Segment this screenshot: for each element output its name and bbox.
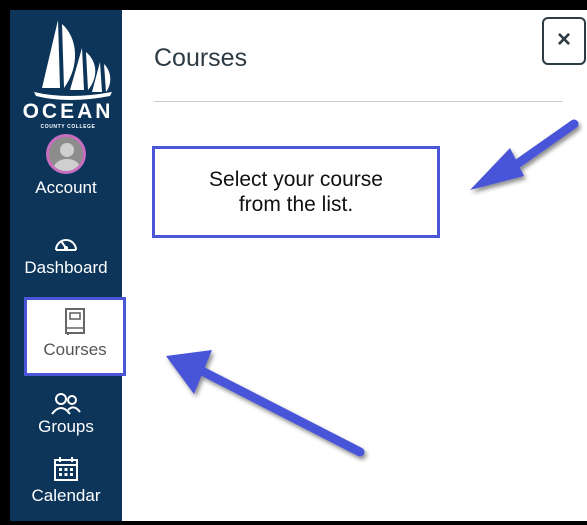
- annotation-arrows: [166, 119, 579, 457]
- arrow-icon: [470, 119, 579, 190]
- arrow-icon: [166, 350, 365, 457]
